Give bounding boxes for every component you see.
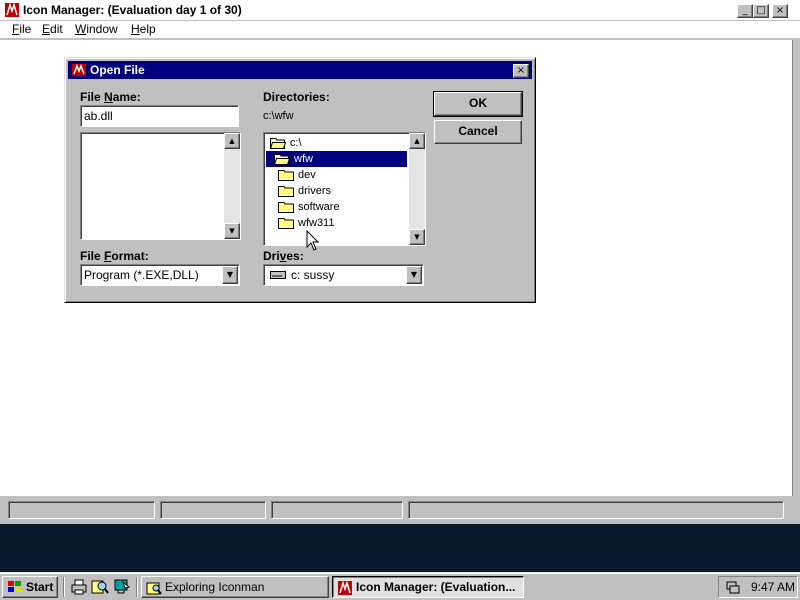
clock[interactable]: 9:47 AM	[751, 580, 795, 594]
icon-manager-app-icon	[5, 2, 19, 17]
menu-window-accel: W	[75, 22, 87, 36]
app-title: Icon Manager: (Evaluation day 1 of 30)	[23, 3, 242, 17]
open-folder-icon	[270, 138, 286, 149]
icon-manager-app-icon	[338, 580, 352, 595]
dir-item-selected[interactable]: wfw	[266, 151, 407, 167]
dir-item-label: drivers	[298, 185, 332, 197]
file-list[interactable]: ▲ ▼	[80, 132, 241, 240]
dir-item-label: dev	[298, 169, 316, 181]
menu-window[interactable]: Window	[75, 22, 118, 36]
file-format-label-b: ormat:	[111, 249, 149, 263]
printer-icon[interactable]	[70, 578, 88, 596]
hard-drive-icon	[270, 271, 286, 279]
file-list-scrollbar[interactable]: ▲ ▼	[224, 133, 240, 239]
dir-item[interactable]: dev	[266, 167, 407, 183]
find-icon[interactable]	[91, 578, 109, 596]
menu-file-rest: ile	[19, 22, 32, 36]
menu-file[interactable]: File	[12, 22, 31, 36]
directory-scrollbar[interactable]: ▲ ▼	[409, 133, 425, 245]
drives-label-a: Dri	[263, 249, 280, 263]
file-name-input[interactable]: ab.dll	[80, 105, 239, 127]
window-frame-right	[792, 40, 800, 524]
scroll-down-icon[interactable]: ▼	[224, 223, 240, 239]
dialog-title: Open File	[90, 63, 145, 77]
status-pane-1	[8, 501, 155, 519]
folder-icon	[278, 202, 294, 213]
dialog-close-button[interactable]: ×	[513, 64, 529, 78]
directory-tree[interactable]: c:\ wfw dev drivers software wfw311 ▲ ▼	[263, 132, 426, 246]
menu-edit[interactable]: Edit	[42, 22, 63, 36]
menu-window-rest: indow	[86, 22, 118, 36]
directories-label: Directories:	[263, 90, 330, 104]
drives-label-b: es:	[286, 249, 304, 263]
menu-help-accel: H	[131, 22, 140, 36]
menu-bar: File Edit Window Help	[0, 21, 800, 39]
taskbar: Start Exploring Iconman Icon Manager: (E…	[0, 572, 800, 600]
task-button-icon-manager[interactable]: Icon Manager: (Evaluation...	[332, 576, 524, 598]
mouse-pointer-icon	[306, 230, 320, 251]
ok-button[interactable]: OK	[433, 91, 523, 117]
dir-item[interactable]: wfw311	[266, 215, 407, 231]
file-name-label-accel: N	[104, 90, 113, 104]
scroll-up-icon[interactable]: ▲	[409, 133, 425, 149]
file-format-label-a: File	[80, 249, 105, 263]
drive-value: c: sussy	[291, 268, 335, 282]
desktop-icon[interactable]	[113, 578, 131, 596]
status-bar	[0, 496, 800, 524]
chevron-down-icon[interactable]: ▼	[222, 266, 238, 284]
drives-label: Drives:	[263, 249, 304, 263]
start-label: Start	[26, 580, 54, 594]
menu-edit-accel: E	[42, 22, 51, 36]
taskbar-separator	[63, 577, 65, 597]
dir-item[interactable]: drivers	[266, 183, 407, 199]
status-pane-2	[160, 501, 266, 519]
status-pane-4	[408, 501, 784, 519]
folder-icon	[278, 218, 294, 229]
folder-icon	[278, 186, 294, 197]
chevron-down-icon[interactable]: ▼	[406, 266, 422, 284]
menu-help[interactable]: Help	[131, 22, 156, 36]
current-directory: c:\wfw	[263, 110, 294, 122]
task-button-exploring[interactable]: Exploring Iconman	[141, 576, 329, 598]
maximize-button[interactable]: □	[753, 4, 769, 18]
menu-edit-rest: dit	[50, 22, 63, 36]
status-pane-3	[271, 501, 403, 519]
app-title-bar[interactable]: Icon Manager: (Evaluation day 1 of 30) _…	[0, 0, 800, 21]
open-file-dialog: Open File × File Name: ab.dll ▲ ▼ Direct…	[64, 57, 536, 303]
file-format-value: Program (*.EXE,DLL)	[84, 268, 199, 282]
dir-item[interactable]: c:\	[266, 135, 407, 151]
network-tray-icon[interactable]	[725, 579, 741, 595]
drives-select[interactable]: c: sussy ▼	[263, 264, 424, 286]
scroll-down-icon[interactable]: ▼	[409, 229, 425, 245]
minimize-button[interactable]: _	[737, 4, 753, 18]
menu-help-rest: elp	[139, 22, 156, 36]
dialog-title-bar[interactable]: Open File ×	[68, 61, 532, 79]
explorer-icon	[146, 582, 162, 595]
file-name-label: File Name:	[80, 90, 141, 104]
system-tray: 9:47 AM	[718, 576, 798, 598]
dir-item-label: software	[298, 201, 340, 213]
close-button[interactable]: ×	[772, 4, 788, 18]
dir-item[interactable]: software	[266, 199, 407, 215]
windows-logo-icon	[8, 581, 21, 592]
taskbar-separator	[136, 577, 138, 597]
file-name-label-a: File	[80, 90, 105, 104]
file-format-label: File Format:	[80, 249, 149, 263]
dir-item-label: wfw311	[298, 217, 335, 229]
scroll-up-icon[interactable]: ▲	[224, 133, 240, 149]
task-label: Exploring Iconman	[165, 580, 265, 594]
open-folder-icon	[274, 154, 290, 165]
task-label: Icon Manager: (Evaluation...	[356, 580, 516, 594]
dialog-app-icon	[72, 63, 86, 76]
file-format-select[interactable]: Program (*.EXE,DLL) ▼	[80, 264, 240, 286]
file-name-label-b: ame:	[112, 90, 141, 104]
folder-icon	[278, 170, 294, 181]
cancel-button[interactable]: Cancel	[434, 120, 522, 144]
start-button[interactable]: Start	[2, 576, 58, 598]
dir-item-label: wfw	[294, 153, 313, 165]
dir-item-label: c:\	[290, 137, 302, 149]
